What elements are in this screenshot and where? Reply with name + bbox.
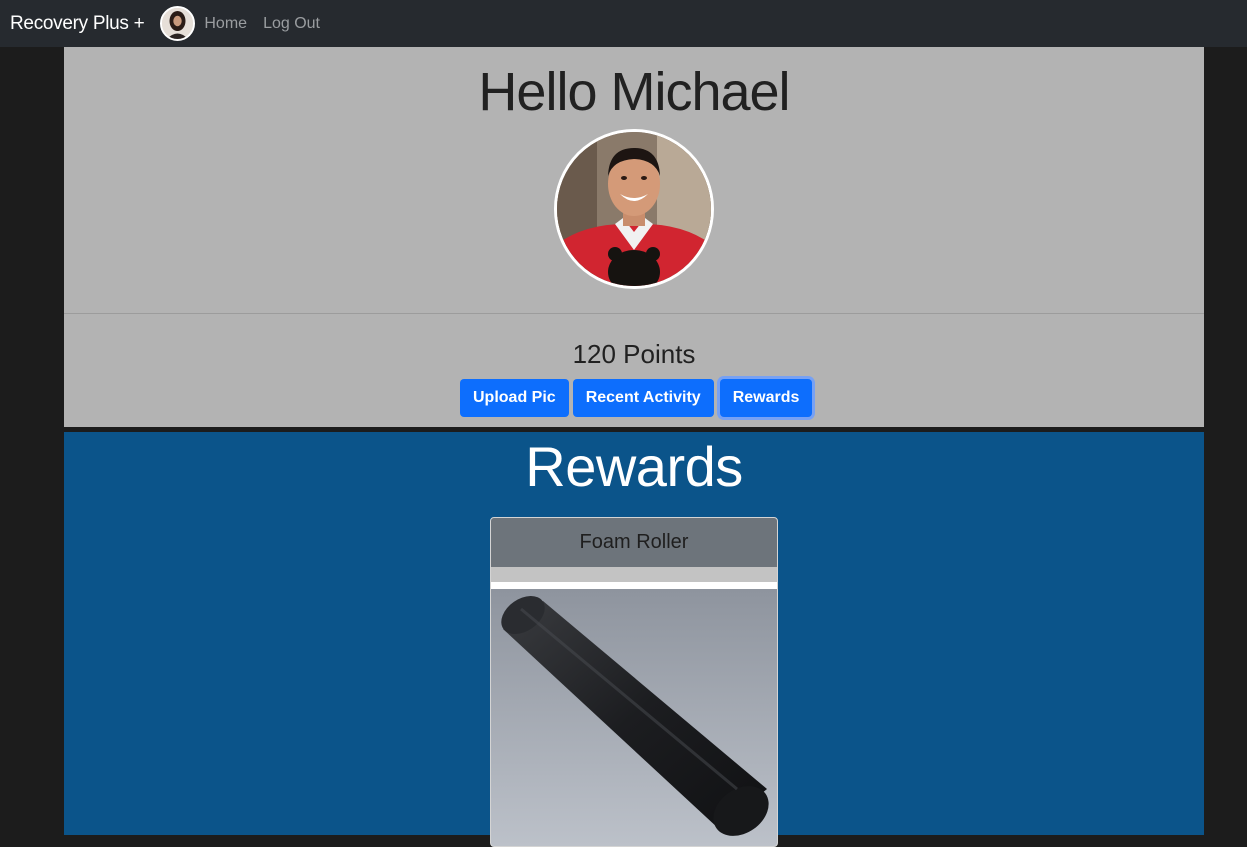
points-display: 120 Points	[572, 339, 696, 369]
top-navbar: Recovery Plus + Home Log Out	[0, 0, 1247, 47]
profile-actions: Upload Pic Recent Activity Rewards	[460, 379, 813, 417]
foam-roller-image	[491, 589, 777, 846]
profile-divider	[64, 313, 1204, 314]
profile-portrait	[557, 132, 711, 286]
reward-card-title: Foam Roller	[491, 518, 777, 567]
reward-image	[491, 589, 777, 846]
reward-image-frame	[491, 582, 777, 846]
nav-home-link[interactable]: Home	[204, 15, 247, 33]
rewards-heading: Rewards	[525, 435, 743, 498]
profile-photo	[554, 129, 714, 289]
reward-card[interactable]: Foam Roller	[490, 517, 778, 847]
greeting-heading: Hello Michael	[478, 62, 790, 122]
profile-card: Hello Michael 120 Points Upload Pic Rece…	[64, 47, 1204, 427]
rewards-section: Rewards Foam Roller	[64, 432, 1204, 847]
avatar-portrait	[162, 8, 194, 39]
user-avatar-icon[interactable]	[160, 6, 196, 41]
main-container: Hello Michael 120 Points Upload Pic Rece…	[64, 47, 1204, 847]
brand-logo[interactable]: Recovery Plus +	[10, 13, 145, 35]
recent-activity-button[interactable]: Recent Activity	[572, 379, 714, 417]
nav-logout-link[interactable]: Log Out	[263, 15, 320, 33]
upload-pic-button[interactable]: Upload Pic	[460, 379, 569, 417]
rewards-button[interactable]: Rewards	[719, 379, 813, 417]
